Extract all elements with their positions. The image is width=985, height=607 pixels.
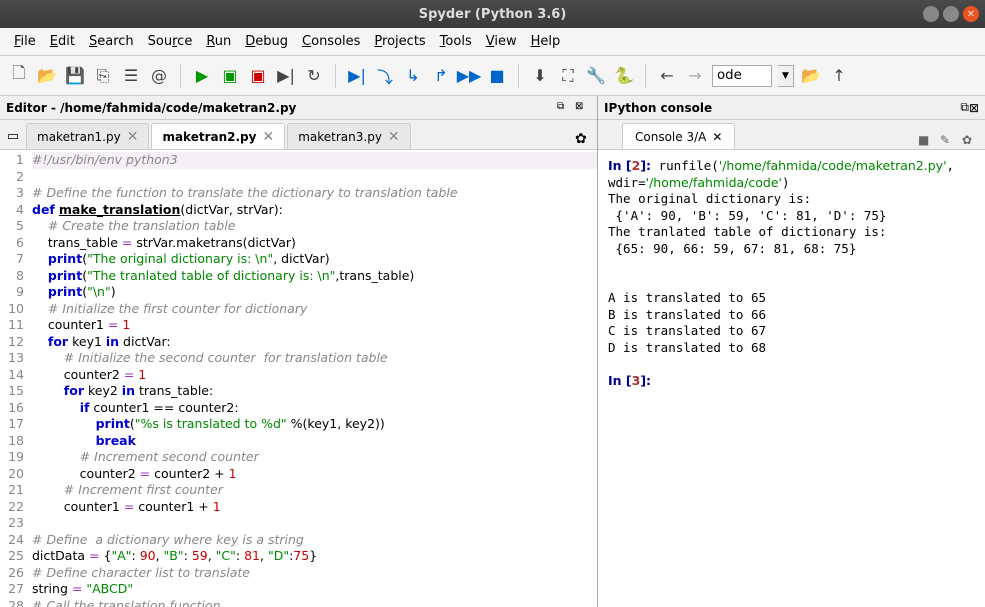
separator (518, 64, 519, 88)
close-pane-icon[interactable]: ⊠ (575, 101, 591, 115)
working-dir-input[interactable] (712, 65, 772, 87)
close-pane-icon[interactable]: ⊠ (969, 101, 979, 115)
menu-view[interactable]: View (480, 31, 523, 52)
close-icon[interactable]: ✕ (127, 129, 139, 145)
debug-icon[interactable]: ▶| (346, 65, 368, 87)
menu-tools[interactable]: Tools (434, 31, 478, 52)
rerun-icon[interactable]: ↻ (303, 65, 325, 87)
tab-list-icon[interactable]: ▭ (4, 123, 22, 149)
editor-tab[interactable]: maketran2.py ✕ (151, 123, 285, 149)
save-icon[interactable]: 💾 (64, 65, 86, 87)
menu-help[interactable]: Help (525, 31, 567, 52)
menu-run[interactable]: Run (200, 31, 237, 52)
clear-icon[interactable]: ✎ (940, 133, 956, 149)
editor-header-title: Editor - /home/fahmida/code/maketran2.py (6, 101, 555, 115)
interrupt-icon[interactable]: ■ (918, 133, 934, 149)
menu-file[interactable]: File (8, 31, 42, 52)
list-icon[interactable]: ☰ (120, 65, 142, 87)
editor-pane: Editor - /home/fahmida/code/maketran2.py… (0, 96, 598, 607)
import-icon[interactable]: ⬇ (529, 65, 551, 87)
editor-tab-label: maketran3.py (298, 130, 382, 144)
browse-dir-icon[interactable]: 📂 (800, 65, 822, 87)
toolbar: 🗋 📂 💾 ⎘ ☰ @ ▶ ▣ ▣ ▶| ↻ ▶| ⤵ ↳ ↱ ▶▶ ■ ⬇ ⛶… (0, 56, 985, 96)
preferences-icon[interactable]: 🔧 (585, 65, 607, 87)
run-cell-icon[interactable]: ▣ (219, 65, 241, 87)
save-all-icon[interactable]: ⎘ (92, 65, 114, 87)
stop-icon[interactable]: ■ (486, 65, 508, 87)
close-button[interactable]: ✕ (963, 6, 979, 22)
forward-icon[interactable]: → (684, 65, 706, 87)
console-pane: IPython console ⧉ ⊠ Console 3/A ✕ ■ ✎ ✿ … (598, 96, 985, 607)
step-over-icon[interactable]: ⤵ (374, 65, 396, 87)
editor-tabs: ▭ maketran1.py✕maketran2.py✕maketran3.py… (0, 120, 597, 150)
undock-icon[interactable]: ⧉ (960, 100, 969, 115)
step-in-icon[interactable]: ↳ (402, 65, 424, 87)
run-icon[interactable]: ▶ (191, 65, 213, 87)
menu-debug[interactable]: Debug (239, 31, 294, 52)
menu-search[interactable]: Search (83, 31, 140, 52)
editor-tab[interactable]: maketran1.py ✕ (26, 123, 149, 149)
separator (180, 64, 181, 88)
run-selection-icon[interactable]: ▶| (275, 65, 297, 87)
open-file-icon[interactable]: 📂 (36, 65, 58, 87)
close-icon[interactable]: ✕ (712, 130, 722, 144)
run-cell-advance-icon[interactable]: ▣ (247, 65, 269, 87)
console-header-title: IPython console (604, 101, 960, 115)
console-tabs: Console 3/A ✕ ■ ✎ ✿ (598, 120, 985, 150)
editor-tab-label: maketran1.py (37, 130, 121, 144)
separator (645, 64, 646, 88)
minimize-button[interactable] (923, 6, 939, 22)
console-tab-label: Console 3/A (635, 130, 706, 144)
separator (335, 64, 336, 88)
new-file-icon[interactable]: 🗋 (8, 65, 30, 87)
working-dir-dropdown[interactable]: ▼ (778, 65, 794, 87)
titlebar: Spyder (Python 3.6) ✕ (0, 0, 985, 28)
code-editor[interactable]: 1234567891011121314151617181920212223242… (0, 150, 597, 607)
maximize-pane-icon[interactable]: ⛶ (557, 65, 579, 87)
step-out-icon[interactable]: ↱ (430, 65, 452, 87)
window-title: Spyder (Python 3.6) (419, 7, 567, 22)
menubar: File Edit Search Source Run Debug Consol… (0, 28, 985, 56)
menu-edit[interactable]: Edit (44, 31, 81, 52)
undock-icon[interactable]: ⧉ (557, 101, 573, 115)
continue-icon[interactable]: ▶▶ (458, 65, 480, 87)
console-output[interactable]: In [2]: runfile('/home/fahmida/code/make… (598, 150, 985, 607)
parent-dir-icon[interactable]: ↑ (828, 65, 850, 87)
menu-consoles[interactable]: Consoles (296, 31, 366, 52)
editor-tab-label: maketran2.py (162, 130, 256, 144)
menu-source[interactable]: Source (142, 31, 199, 52)
editor-tab[interactable]: maketran3.py ✕ (287, 123, 410, 149)
at-icon[interactable]: @ (148, 65, 170, 87)
console-tab[interactable]: Console 3/A ✕ (622, 123, 735, 149)
python-path-icon[interactable]: 🐍 (613, 65, 635, 87)
close-icon[interactable]: ✕ (262, 129, 274, 145)
back-icon[interactable]: ← (656, 65, 678, 87)
console-options-icon[interactable]: ✿ (962, 133, 978, 149)
close-icon[interactable]: ✕ (388, 129, 400, 145)
maximize-button[interactable] (943, 6, 959, 22)
menu-projects[interactable]: Projects (368, 31, 431, 52)
editor-options-icon[interactable]: ✿ (575, 131, 593, 149)
